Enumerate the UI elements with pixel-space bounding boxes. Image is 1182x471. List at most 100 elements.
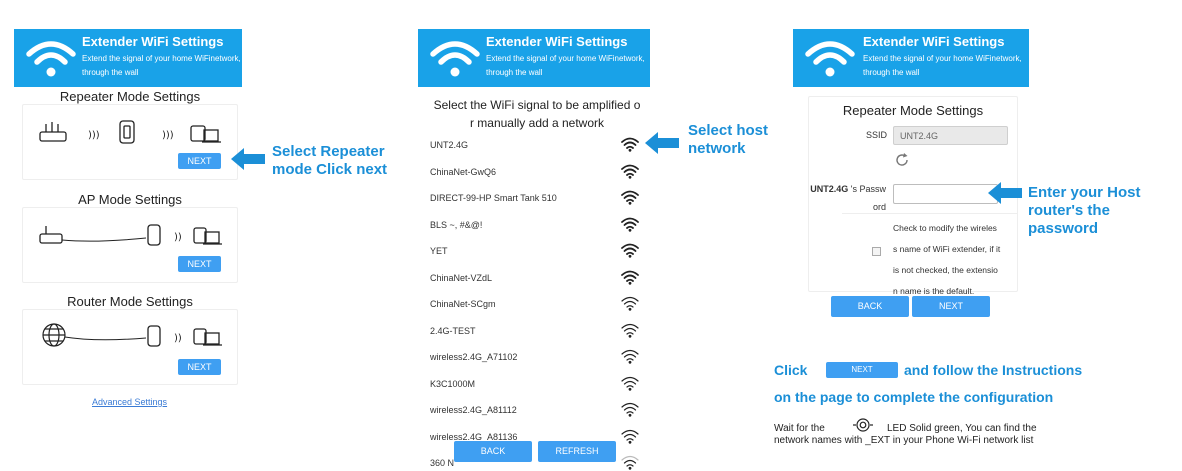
repeater-mode-title: Repeater Mode Settings	[59, 89, 201, 104]
check-text-line: Check to modify the wireles	[893, 223, 997, 233]
extender-icon	[119, 120, 135, 144]
back-button[interactable]: BACK	[454, 441, 532, 462]
router-next-button[interactable]: NEXT	[178, 359, 221, 375]
advanced-settings-link[interactable]: Advanced Settings	[92, 397, 167, 407]
network-list-item[interactable]: wireless2.4G_A71102	[430, 345, 645, 372]
wait-text-after: LED Solid green, You can find the	[887, 423, 1037, 434]
network-list-item[interactable]: UNT2.4G	[430, 133, 645, 160]
select-repeater-callout: Select Repeater mode Click next	[272, 143, 387, 179]
arrow-left-icon	[231, 148, 265, 170]
globe-icon	[42, 323, 66, 347]
callout-line: router's the	[1028, 202, 1110, 219]
select-host-callout: Select host network	[688, 122, 768, 158]
refresh-icon[interactable]	[894, 152, 910, 168]
wifi-logo-icon	[805, 41, 855, 77]
next-chip: NEXT	[826, 362, 898, 378]
wifi-signal-icon	[621, 217, 639, 232]
wifi-signal-icon	[621, 137, 639, 152]
wifi-signal-icon	[621, 296, 639, 311]
wait-text-line2: network names with _EXT in your Phone Wi…	[774, 435, 1034, 446]
ssid-field[interactable]: UNT2.4G	[893, 126, 1008, 145]
ap-mode-diagram: ))	[39, 224, 222, 246]
header-subtitle: Extend the signal of your home WiFinetwo…	[486, 52, 645, 80]
network-name: YET	[430, 246, 448, 256]
network-list-item[interactable]: ChinaNet-SCgm	[430, 292, 645, 319]
extender-icon	[147, 224, 161, 246]
instruction-click: Click	[774, 362, 808, 378]
header-subtitle-line2: through the wall	[82, 68, 139, 77]
network-list-item[interactable]: 2.4G-TEST	[430, 319, 645, 346]
network-name: ChinaNet-SCgm	[430, 299, 496, 309]
header-subtitle-line2: through the wall	[863, 68, 920, 77]
panel1-header: Extender WiFi Settings Extend the signal…	[14, 29, 242, 87]
header-title: Extender WiFi Settings	[82, 34, 224, 49]
modify-name-checkbox[interactable]	[872, 247, 881, 256]
network-name: wireless2.4G_A71102	[430, 352, 518, 362]
signal-waves-icon: )))	[162, 130, 174, 141]
callout-line: Select host	[688, 122, 769, 139]
network-list-item[interactable]: wireless2.4G_A81112	[430, 398, 645, 425]
header-subtitle-line1: Extend the signal of your home WiFinetwo…	[863, 54, 1022, 63]
callout-line: Select Repeater	[272, 143, 385, 160]
password-input[interactable]	[893, 184, 998, 204]
network-list-item[interactable]: DIRECT-99-HP Smart Tank 510	[430, 186, 645, 213]
wifi-signal-icon	[621, 429, 639, 444]
header-title: Extender WiFi Settings	[486, 34, 628, 49]
router-icon	[39, 226, 63, 244]
check-text-line: s name of WiFi extender, if it	[893, 244, 1001, 254]
cable-line	[64, 336, 147, 341]
router-icon	[39, 122, 67, 142]
back-button[interactable]: BACK	[831, 296, 909, 317]
wifi-signal-icon	[621, 376, 639, 391]
network-prompt: Select the WiFi signal to be amplified o…	[424, 96, 650, 132]
led-icon	[853, 418, 873, 432]
wifi-logo-icon	[430, 41, 480, 77]
repeater-settings-title: Repeater Mode Settings	[842, 103, 984, 118]
signal-waves-icon: ))	[174, 333, 182, 344]
prompt-line: Select the WiFi signal to be amplified o	[433, 98, 641, 112]
ap-mode-title: AP Mode Settings	[78, 192, 182, 207]
callout-line: network	[688, 140, 746, 157]
check-text-line: is not checked, the extensio	[893, 265, 998, 275]
network-name: UNT2.4G	[430, 140, 469, 150]
repeater-mode-diagram: ))) )))	[39, 120, 221, 144]
wifi-signal-icon	[621, 455, 639, 470]
instruction-line2: on the page to complete the configuratio…	[774, 389, 1054, 405]
header-subtitle: Extend the signal of your home WiFinetwo…	[82, 52, 241, 80]
cable-line	[61, 237, 147, 242]
password-label-ssid: UNT2.4G	[810, 184, 849, 194]
network-name: wireless2.4G_A81136	[430, 431, 518, 442]
network-list-item[interactable]: ChinaNet-VZdL	[430, 266, 645, 293]
password-label: UNT2.4G 's Passw ord	[808, 180, 886, 216]
wifi-signal-icon	[621, 402, 639, 417]
wifi-signal-icon	[621, 243, 639, 258]
signal-waves-icon: )))	[88, 130, 100, 141]
wifi-signal-icon	[621, 270, 639, 285]
wifi-signal-icon	[621, 349, 639, 364]
wifi-signal-icon	[621, 164, 639, 179]
router-mode-title: Router Mode Settings	[67, 294, 193, 309]
network-name: wireless2.4G_A81112	[430, 405, 517, 415]
devices-icon	[193, 328, 222, 346]
network-list-item[interactable]: YET	[430, 239, 645, 266]
password-label-text: 's Passw	[850, 184, 886, 194]
network-list-item[interactable]: K3C1000M	[430, 372, 645, 399]
callout-line: Enter your Host	[1028, 184, 1141, 201]
wifi-signal-icon	[621, 190, 639, 205]
network-name: BLS ~, #&@!	[430, 219, 483, 230]
network-list-item[interactable]: BLS ~, #&@!	[430, 213, 645, 240]
repeater-next-button[interactable]: NEXT	[178, 153, 221, 169]
enter-password-callout: Enter your Host router's the password	[1028, 184, 1141, 238]
wait-text-before: Wait for the	[774, 423, 825, 434]
next-button[interactable]: NEXT	[912, 296, 990, 317]
ap-next-button[interactable]: NEXT	[178, 256, 221, 272]
header-subtitle-line1: Extend the signal of your home WiFinetwo…	[82, 54, 241, 63]
arrow-left-icon	[645, 132, 679, 154]
header-subtitle-line1: Extend the signal of your home WiFinetwo…	[486, 54, 645, 63]
panel2-header: Extender WiFi Settings Extend the signal…	[418, 29, 650, 87]
callout-line: mode Click next	[272, 161, 388, 178]
refresh-button[interactable]: REFRESH	[538, 441, 616, 462]
network-list-item[interactable]: ChinaNet-GwQ6	[430, 160, 645, 187]
prompt-line: r manually add a network	[469, 116, 605, 130]
router-mode-diagram: ))	[42, 323, 222, 347]
